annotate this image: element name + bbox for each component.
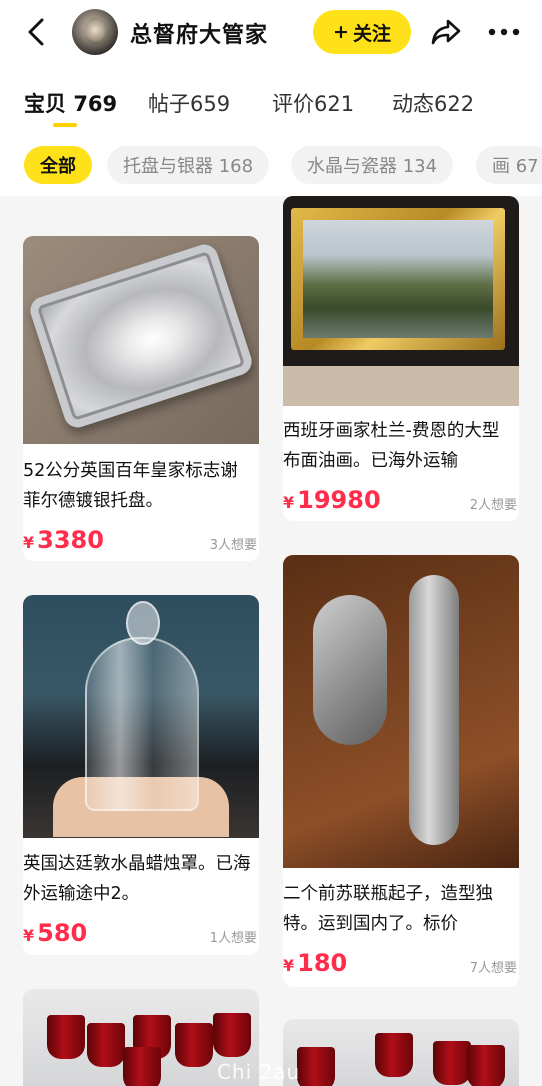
back-button[interactable]: [22, 16, 52, 48]
share-button[interactable]: [430, 17, 462, 47]
product-price: ¥580: [23, 919, 88, 947]
product-title: 52公分英国百年皇家标志谢菲尔德镀银托盘。: [23, 461, 238, 511]
product-title: 西班牙画家杜兰-费恩的大型布面油画。已海外运输: [283, 421, 500, 471]
want-count: 2人想要: [469, 498, 517, 513]
product-price: ¥3380: [23, 526, 104, 554]
back-arrow-icon: [28, 18, 44, 46]
more-button[interactable]: [486, 18, 522, 46]
tab-activity[interactable]: 动态622: [392, 88, 474, 118]
product-image-bottle-openers: [283, 555, 519, 868]
want-count: 1人想要: [209, 931, 257, 946]
product-card[interactable]: [283, 1019, 519, 1086]
chip-crystal-porcelain[interactable]: 水晶与瓷器 134: [291, 146, 454, 184]
avatar[interactable]: [72, 9, 118, 55]
product-image-crystal-dome: [23, 595, 259, 838]
chip-paintings[interactable]: 画 67: [476, 146, 542, 184]
watermark: Chi 2au: [217, 1060, 301, 1084]
plus-icon: +: [333, 21, 349, 43]
tab-items[interactable]: 宝贝 769: [24, 88, 117, 118]
tab-posts[interactable]: 帖子659: [148, 88, 230, 118]
chip-trays-silver[interactable]: 托盘与银器 168: [107, 146, 270, 184]
product-card[interactable]: 西班牙画家杜兰-费恩的大型布面油画。已海外运输 ¥19980 2人想要: [283, 196, 519, 521]
active-tab-indicator: [53, 123, 77, 127]
product-price: ¥180: [283, 949, 348, 977]
product-title: 二个前苏联瓶起子，造型独特。运到国内了。标价: [283, 884, 493, 934]
follow-button[interactable]: + 关注: [313, 10, 411, 54]
tab-reviews[interactable]: 评价621: [272, 88, 354, 118]
follow-label: 关注: [352, 22, 391, 45]
share-icon: [431, 19, 461, 45]
product-image-silver-tray: [23, 236, 259, 444]
category-filter-bar: 全部 托盘与银器 168 水晶与瓷器 134 画 67: [0, 132, 542, 196]
product-card[interactable]: 二个前苏联瓶起子，造型独特。运到国内了。标价 ¥180 7人想要: [283, 555, 519, 987]
chip-all[interactable]: 全部: [24, 146, 92, 184]
top-bar: 总督府大管家 + 关注: [0, 0, 542, 64]
shop-name: 总督府大管家: [130, 23, 269, 48]
want-count: 7人想要: [469, 961, 517, 976]
product-card[interactable]: 英国达廷敦水晶蜡烛罩。已海外运输途中2。 ¥580 1人想要: [23, 595, 259, 955]
want-count: 3人想要: [209, 538, 257, 553]
product-title: 英国达廷敦水晶蜡烛罩。已海外运输途中2。: [23, 854, 251, 904]
more-icon: [488, 28, 520, 36]
tab-bar: 宝贝 769 帖子659 评价621 动态622: [0, 64, 542, 132]
product-card[interactable]: 52公分英国百年皇家标志谢菲尔德镀银托盘。 ¥3380 3人想要: [23, 236, 259, 561]
product-image-oil-painting: [283, 196, 519, 406]
product-image-red-glasses: [283, 1019, 519, 1086]
product-price: ¥19980: [283, 486, 381, 514]
